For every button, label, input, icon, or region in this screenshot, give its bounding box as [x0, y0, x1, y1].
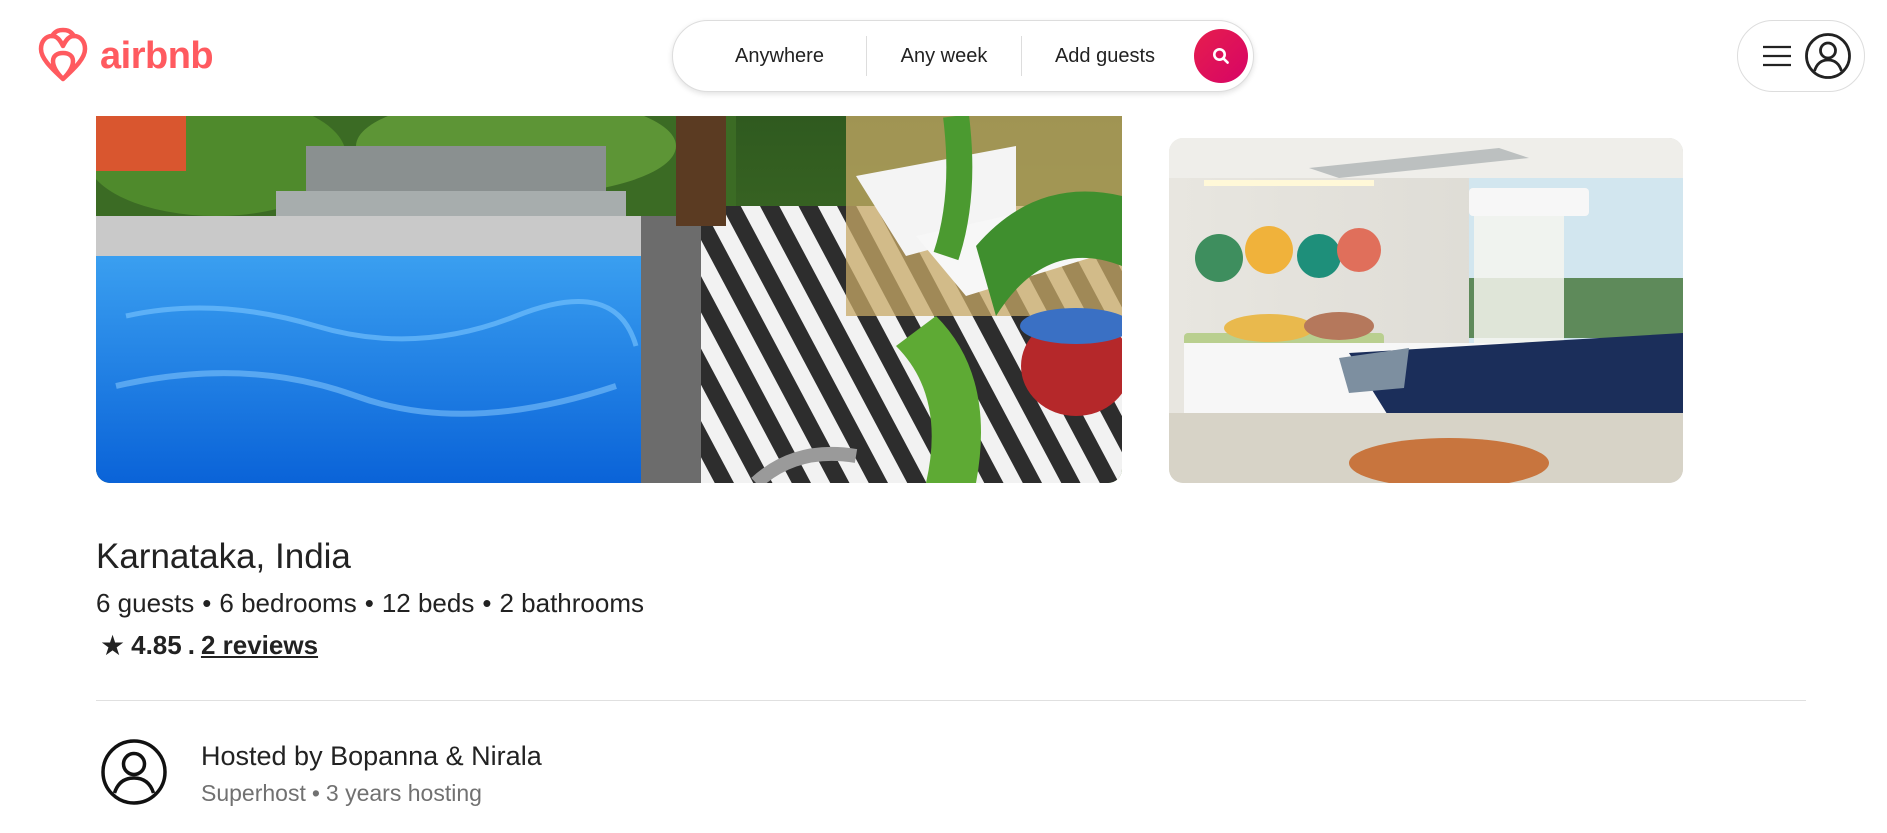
rating-separator: .: [187, 630, 195, 661]
listing-rating: ★ 4.85 . 2 reviews: [100, 629, 318, 663]
star-icon: ★: [100, 630, 126, 661]
listing-photo-secondary[interactable]: [1169, 138, 1683, 483]
spec-bathrooms: 2 bathrooms: [499, 588, 644, 618]
spec-separator: •: [202, 588, 212, 618]
pool-deck-photo: [96, 116, 1122, 483]
search-bar[interactable]: Anywhere Any week Add guests: [672, 20, 1254, 92]
top-navigation-bar: airbnb Anywhere Any week Add guests: [0, 0, 1887, 116]
search-dates-button[interactable]: Any week: [867, 21, 1021, 91]
listing-specs: 6 guests • 6 bedrooms • 12 beds • 2 bath…: [96, 588, 644, 619]
listing-title: Karnataka, India: [96, 537, 351, 576]
user-menu-button[interactable]: [1737, 20, 1865, 92]
spec-bedrooms: 6 bedrooms: [219, 588, 357, 618]
search-location-button[interactable]: Anywhere: [673, 21, 866, 91]
superhost-badge: Superhost: [201, 780, 306, 806]
search-guests-button[interactable]: Add guests: [1022, 21, 1188, 91]
spec-beds: 12 beds: [381, 588, 475, 618]
rating-score: 4.85: [131, 630, 182, 661]
spec-separator: •: [482, 588, 492, 618]
user-profile-icon: [1805, 33, 1851, 79]
bedroom-photo: [1169, 138, 1683, 483]
spec-separator: •: [364, 588, 374, 618]
hamburger-menu-icon: [1763, 45, 1791, 67]
search-submit-button[interactable]: [1194, 29, 1248, 83]
host-details: Superhost • 3 years hosting: [201, 780, 482, 808]
section-divider: [96, 700, 1806, 701]
host-tenure: 3 years hosting: [325, 780, 482, 806]
host-name: Hosted by Bopanna & Nirala: [201, 741, 542, 771]
search-icon: [1213, 48, 1229, 64]
host-separator: •: [311, 780, 320, 806]
airbnb-logo-icon: [38, 27, 88, 82]
logo-wordmark: airbnb: [100, 35, 214, 77]
host-avatar-icon[interactable]: [100, 738, 168, 806]
reviews-link[interactable]: 2 reviews: [201, 630, 318, 661]
spec-guests: 6 guests: [96, 588, 195, 618]
listing-photo-main[interactable]: [96, 116, 1122, 483]
airbnb-logo[interactable]: airbnb: [36, 27, 214, 85]
